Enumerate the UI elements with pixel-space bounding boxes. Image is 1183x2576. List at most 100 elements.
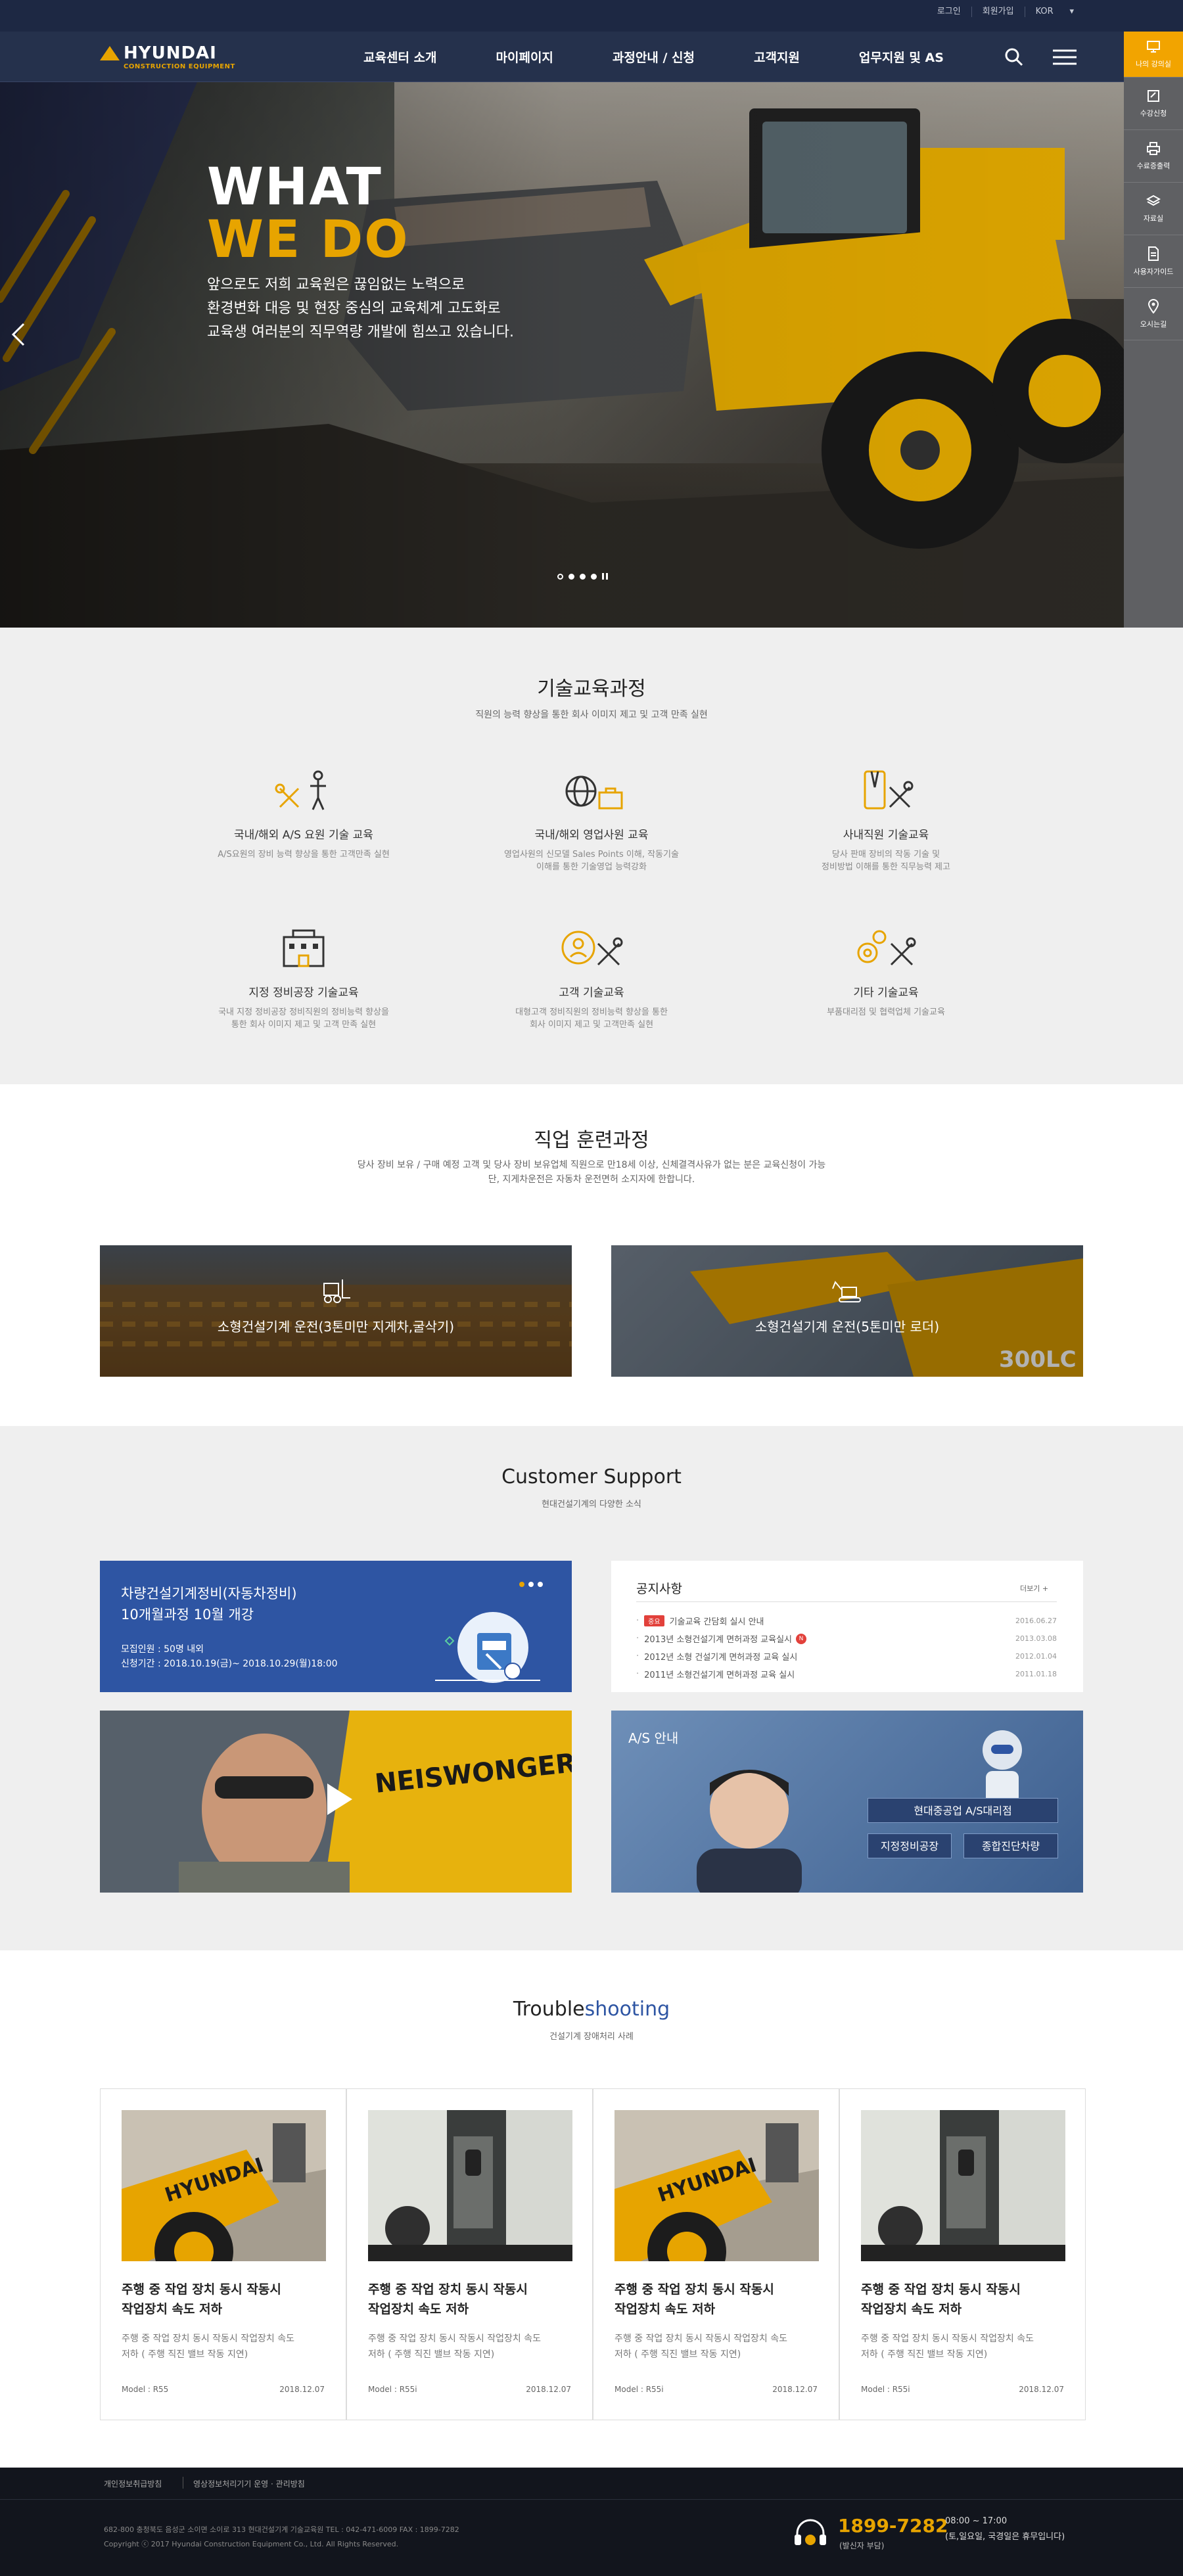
course-as-staff[interactable]: 국내/해외 A/S 요원 기술 교육 A/S요원의 장비 능력 향상을 통한 고…	[185, 769, 422, 861]
course-repair-shop[interactable]: 지정 정비공장 기술교육 국내 지정 정비공장 정비직원의 정비능력 향상을 통…	[185, 927, 422, 1031]
printer-icon	[1147, 141, 1160, 155]
job-training-section: 직업 훈련과정 당사 장비 보유 / 구매 예정 고객 및 당사 장비 보유업체…	[0, 1084, 1183, 1426]
hamburger-menu-icon[interactable]	[1052, 46, 1078, 68]
slide-dot-3[interactable]	[580, 573, 586, 580]
excavator-icon	[832, 1281, 861, 1302]
logo-brand: HYUNDAI	[124, 43, 217, 63]
course-desc-line2: 이해를 통한 기술영업 능력강화	[536, 862, 647, 872]
video-player[interactable]: NEISWONGER Construction	[100, 1711, 572, 1893]
banner-dot-3[interactable]	[538, 1582, 543, 1587]
cs-section-title: Customer Support	[501, 1465, 682, 1488]
course-customer[interactable]: 고객 기술교육 대형고객 정비직원의 정비능력 향상을 통한 회사 이미지 제고…	[473, 927, 710, 1031]
privacy-policy-link[interactable]: 개인정보취급방침	[104, 2478, 162, 2489]
course-internal-staff[interactable]: 사내직원 기술교육 당사 판매 장비의 작동 기술 및 정비방법 이해를 통한 …	[768, 769, 1004, 873]
trouble-title-line2: 작업장치 속도 저하	[615, 2302, 716, 2316]
trouble-desc-line1: 주행 중 작업 장치 동시 작동시 작업장치 속도	[122, 2334, 294, 2344]
new-badge-icon: N	[796, 1633, 807, 1644]
search-icon[interactable]	[1004, 47, 1024, 67]
trouble-card[interactable]: HYUNDAI 주행 중 작업 장치 동시 작동시 작업장치 속도 저하 주행 중 작…	[593, 2088, 839, 2420]
cctv-policy-link[interactable]: 영상정보처리기기 운영 · 관리방침	[193, 2478, 305, 2489]
quick-certificate-label: 수료증출력	[1136, 161, 1171, 170]
pause-icon[interactable]	[602, 573, 609, 580]
hyundai-logo[interactable]: HYUNDAI CONSTRUCTION EQUIPMENT	[100, 43, 251, 72]
logo-sub: CONSTRUCTION EQUIPMENT	[124, 63, 235, 70]
course-sales-staff[interactable]: 국내/해외 영업사원 교육 영업사원의 신모델 Sales Points 이해,…	[473, 769, 710, 873]
notice-more-link[interactable]: 더보기 +	[1020, 1583, 1048, 1594]
machinery-yard-image	[100, 1245, 572, 1377]
banner-dot-1[interactable]	[519, 1582, 524, 1587]
job-card-loader[interactable]: 300LC 소형건설기계 운전(5톤미만 로더)	[611, 1245, 1083, 1377]
quick-my-classroom[interactable]: 나의 강의실	[1124, 32, 1183, 78]
footer-phone[interactable]: 1899-7282	[838, 2515, 948, 2537]
gears-tools-icon	[857, 930, 916, 966]
trouble-title-line2: 작업장치 속도 저하	[861, 2302, 962, 2316]
quick-enroll[interactable]: 수강신청	[1124, 78, 1183, 130]
trouble-card-title: 주행 중 작업 장치 동시 작동시 작업장치 속도 저하	[615, 2280, 819, 2319]
tech-section-subtitle: 직원의 능력 향상을 통한 회사 이미지 제고 및 고객 만족 실현	[475, 710, 708, 720]
quick-certificate[interactable]: 수료증출력	[1124, 130, 1183, 183]
quick-directions[interactable]: 오시는길	[1124, 288, 1183, 340]
trouble-desc-line1: 주행 중 작업 장치 동시 작동시 작업장치 속도	[615, 2334, 787, 2344]
toolbox-illustration-icon	[435, 1612, 540, 1683]
user-tools-icon	[561, 931, 623, 966]
notice-item[interactable]: · 2011년 소형건설기계 면허과정 교육 실시 2011.01.18	[636, 1665, 1057, 1683]
notice-item[interactable]: · 2012년 소형 건설기계 면허과정 교육 실시 2012.01.04	[636, 1647, 1057, 1665]
cs-section-subtitle: 현대건설기계의 다양한 소식	[542, 1500, 641, 1509]
trouble-card-date: 2018.12.07	[772, 2385, 818, 2394]
trouble-card-date: 2018.12.07	[526, 2385, 571, 2394]
play-icon[interactable]	[317, 1780, 356, 1819]
banner-info1: 모집인원 : 50명 내외	[121, 1644, 204, 1655]
course-desc-line1: 대형고객 정비직원의 정비능력 향상을 통한	[515, 1007, 668, 1017]
nav-my-page[interactable]: 마이페이지	[467, 48, 583, 66]
notice-item-title: 기술교육 간담회 실시 안내	[669, 1617, 764, 1627]
trouble-card-date: 2018.12.07	[279, 2385, 325, 2394]
notice-item-date: 2013.03.08	[1015, 1634, 1057, 1643]
trouble-card-image: HYUNDAI	[122, 2110, 326, 2261]
trouble-card-model: Model : R55i	[615, 2385, 664, 2394]
trouble-section-subtitle: 건설기계 장애처리 사례	[549, 2032, 634, 2042]
slide-dot-2[interactable]	[568, 573, 574, 580]
quick-user-guide[interactable]: 사용자가이드	[1124, 235, 1183, 288]
notice-item[interactable]: · 중요 기술교육 간담회 실시 안내 2016.06.27	[636, 1612, 1057, 1630]
course-title: 지정 정비공장 기술교육	[248, 986, 359, 1000]
course-other[interactable]: 기타 기술교육 부품대리점 및 협력업체 기술교육	[768, 927, 1004, 1019]
language-select[interactable]: KOR ▾	[1024, 7, 1084, 17]
trouble-card[interactable]: 주행 중 작업 장치 동시 작동시 작업장치 속도 저하 주행 중 작업 장치 동시…	[839, 2088, 1086, 2420]
login-link[interactable]: 로그인	[927, 7, 971, 17]
job-card-forklift-excavator[interactable]: 소형건설기계 운전(3톤미만 지게차,굴삭기)	[100, 1245, 572, 1377]
trouble-card[interactable]: 주행 중 작업 장치 동시 작동시 작업장치 속도 저하 주행 중 작업 장치 동시…	[346, 2088, 593, 2420]
trouble-card-model: Model : R55	[122, 2385, 169, 2394]
banner-dot-2[interactable]	[528, 1582, 534, 1587]
quick-my-classroom-label: 나의 강의실	[1135, 59, 1172, 68]
nav-customer-support[interactable]: 고객지원	[724, 48, 829, 66]
slide-dot-1[interactable]	[557, 573, 563, 580]
notice-item[interactable]: · 2013년 소형건설기계 면허과정 교육실시 N 2013.03.08	[636, 1630, 1057, 1647]
nav-courses-apply[interactable]: 과정안내 / 신청	[583, 48, 724, 66]
course-desc: 부품대리점 및 협력업체 기술교육	[827, 1007, 945, 1017]
notice-item-title: 2011년 소형건설기계 면허과정 교육 실시	[644, 1670, 795, 1680]
course-title: 사내직원 기술교육	[843, 829, 929, 842]
join-link[interactable]: 회원가입	[971, 7, 1025, 17]
course-promo-banner[interactable]: 차량건설기계정비(자동차정비) 10개월과정 10월 개강 모집인원 : 50명…	[100, 1561, 572, 1692]
nav-education-center[interactable]: 교육센터 소개	[334, 48, 467, 66]
troubleshooting-section: Troubleshooting 건설기계 장애처리 사례 HYUNDAI 주행 중…	[0, 1950, 1183, 2468]
banner-pagination	[519, 1582, 543, 1587]
nav-business-as[interactable]: 업무지원 및 AS	[829, 48, 973, 66]
trouble-title-line2: 작업장치 속도 저하	[368, 2302, 469, 2316]
hero-slider: WHAT WE DO 앞으로도 저희 교육원은 끊임없는 노력으로 환경변화 대…	[0, 82, 1124, 628]
quick-directions-label: 오시는길	[1140, 319, 1167, 329]
as-info-panel: A/S 안내 현대중공업 A/S대리점 지정정비공장 종합진단차량	[611, 1711, 1083, 1893]
trouble-card-desc: 주행 중 작업 장치 동시 작동시 작업장치 속도 저하 ( 주행 직진 밸브 작…	[615, 2331, 819, 2362]
trouble-card-image	[368, 2110, 572, 2261]
trouble-card[interactable]: HYUNDAI 주행 중 작업 장치 동시 작동시 작업장치 속도 저하 주행 중 작…	[100, 2088, 346, 2420]
as-dealer-button[interactable]: 현대중공업 A/S대리점	[868, 1798, 1058, 1823]
slide-dot-4[interactable]	[591, 573, 597, 580]
hero-text-line-2: 환경변화 대응 및 현장 중심의 교육체계 고도화로	[207, 300, 501, 317]
customer-support-section: Customer Support 현대건설기계의 다양한 소식 차량건설기계정비…	[0, 1426, 1183, 1950]
prev-slide-arrow-icon[interactable]	[9, 321, 29, 348]
quick-archive[interactable]: 자료실	[1124, 183, 1183, 235]
footer-copyright: Copyright ⓒ 2017 Hyundai Construction Eq…	[104, 2540, 399, 2548]
designated-shop-button[interactable]: 지정정비공장	[868, 1833, 952, 1858]
diagnostic-vehicle-button[interactable]: 종합진단차량	[963, 1833, 1058, 1858]
trouble-title-part2: shooting	[584, 1998, 670, 2021]
